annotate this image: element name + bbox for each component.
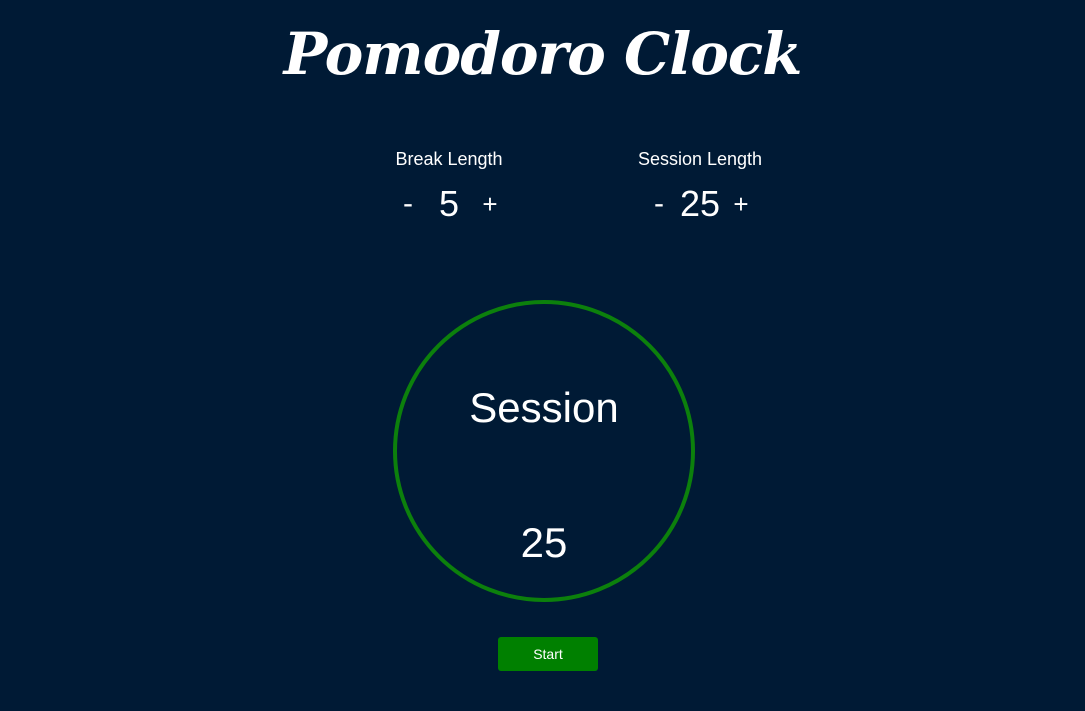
timer-display: 25 [520,519,568,566]
session-increment-button[interactable]: + [722,184,760,224]
timer-circle[interactable]: Session 25 [393,300,695,602]
timer-mode-label: Session [469,384,619,431]
session-length-control: Session Length - 25 + [590,148,810,224]
session-decrement-button[interactable]: - [640,184,678,224]
session-length-label: Session Length [637,149,763,169]
break-length-control: Break Length - 5 + [339,148,559,224]
break-length-row: - 5 + [339,184,559,224]
start-button[interactable]: Start [498,637,598,671]
app-title: Pomodoro Clock [283,20,803,88]
session-length-value: 25 [679,183,721,224]
break-increment-button[interactable]: + [471,184,509,224]
break-length-value: 5 [438,183,460,224]
break-length-label: Break Length [395,149,503,169]
break-decrement-button[interactable]: - [389,184,427,224]
session-length-row: - 25 + [590,184,810,224]
